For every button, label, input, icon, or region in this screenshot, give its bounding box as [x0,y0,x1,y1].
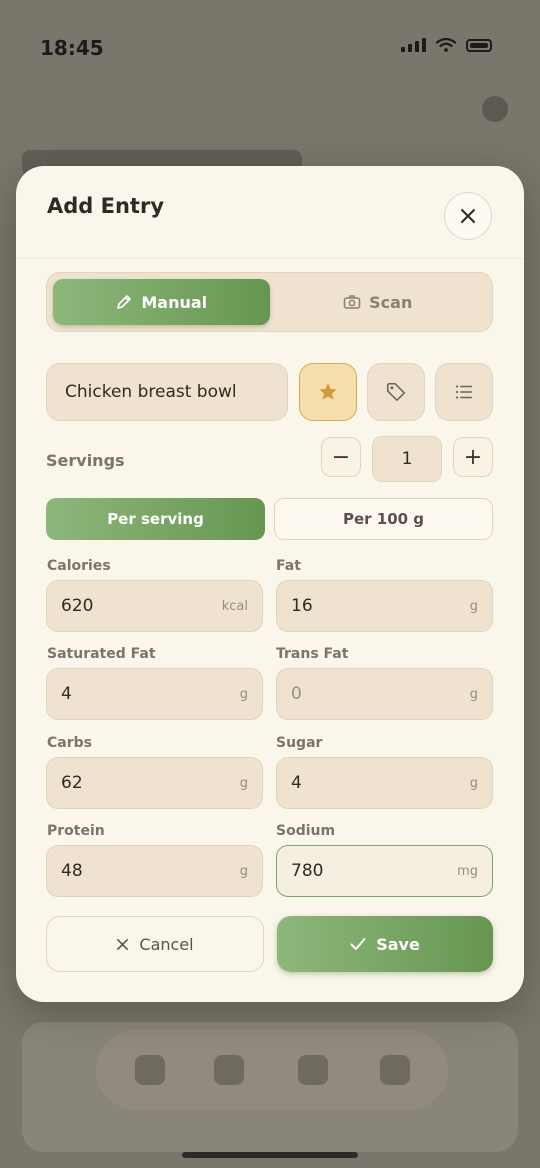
header-divider [16,258,524,259]
pencil-icon [117,295,132,309]
background-nav-icon [214,1055,244,1085]
fat-field[interactable]: 16 g [276,580,493,632]
star-icon [319,383,337,400]
servings-value[interactable]: 1 [372,436,442,482]
calories-unit: kcal [221,598,248,614]
save-button[interactable]: Save [277,916,493,972]
background-gear-icon [482,96,508,122]
calories-field[interactable]: 620 kcal [46,580,263,632]
tab-scan-label: Scan [369,292,413,312]
sodium-unit: mg [457,863,478,879]
fat-label: Fat [276,558,301,574]
signal-icon [401,38,426,52]
favorite-button[interactable] [299,363,357,421]
save-label: Save [376,934,420,954]
per-serving-toggle[interactable]: Per serving [46,498,265,540]
food-name-input[interactable]: Chicken breast bowl [46,363,288,421]
wifi-icon [436,38,456,52]
saturated-fat-field[interactable]: 4 g [46,668,263,720]
saturated-fat-unit: g [239,686,248,702]
home-indicator[interactable] [182,1152,358,1158]
list-button[interactable] [435,363,493,421]
close-icon [117,938,129,950]
camera-icon [343,295,361,309]
cancel-label: Cancel [139,934,194,954]
sodium-label: Sodium [276,823,336,839]
trans-fat-field[interactable]: 0 g [276,668,493,720]
sodium-field[interactable]: 780 mg [276,845,493,897]
carbs-label: Carbs [47,735,92,751]
per-100g-toggle[interactable]: Per 100 g [274,498,493,540]
servings-decrement-button[interactable]: − [321,437,361,477]
sugar-unit: g [469,775,478,791]
saturated-fat-label: Saturated Fat [47,646,156,662]
status-icons [401,38,492,52]
fat-value: 16 [291,596,313,616]
add-entry-modal: Add Entry Manual Scan Chicken breast bow… [16,166,524,1002]
protein-field[interactable]: 48 g [46,845,263,897]
background-nav-icon [380,1055,410,1085]
list-icon [456,385,473,399]
sugar-field[interactable]: 4 g [276,757,493,809]
sodium-value: 780 [291,861,324,881]
status-bar: 18:45 [0,22,540,72]
cancel-button[interactable]: Cancel [46,916,264,972]
battery-icon [466,38,492,52]
carbs-value: 62 [61,773,83,793]
status-time: 18:45 [40,36,104,60]
tag-button[interactable] [367,363,425,421]
protein-value: 48 [61,861,83,881]
close-button[interactable] [444,192,492,240]
background-nav-icon [298,1055,328,1085]
mode-segmented-control: Manual Scan [46,272,493,332]
close-icon [461,209,475,223]
sugar-value: 4 [291,773,302,793]
tab-manual-label: Manual [141,292,208,312]
trans-fat-label: Trans Fat [276,646,349,662]
saturated-fat-value: 4 [61,684,72,704]
tag-icon [386,382,406,402]
tab-scan[interactable]: Scan [270,279,487,325]
tab-manual[interactable]: Manual [53,279,270,325]
servings-increment-button[interactable]: + [453,437,493,477]
trans-fat-unit: g [469,686,478,702]
trans-fat-value: 0 [291,684,302,704]
sugar-label: Sugar [276,735,323,751]
calories-value: 620 [61,596,94,616]
modal-title: Add Entry [47,194,165,218]
checkmark-icon [350,938,366,950]
servings-label: Servings [46,451,125,470]
carbs-field[interactable]: 62 g [46,757,263,809]
calories-label: Calories [47,558,111,574]
background-nav-icon [135,1055,165,1085]
protein-label: Protein [47,823,105,839]
fat-unit: g [469,598,478,614]
carbs-unit: g [239,775,248,791]
protein-unit: g [239,863,248,879]
